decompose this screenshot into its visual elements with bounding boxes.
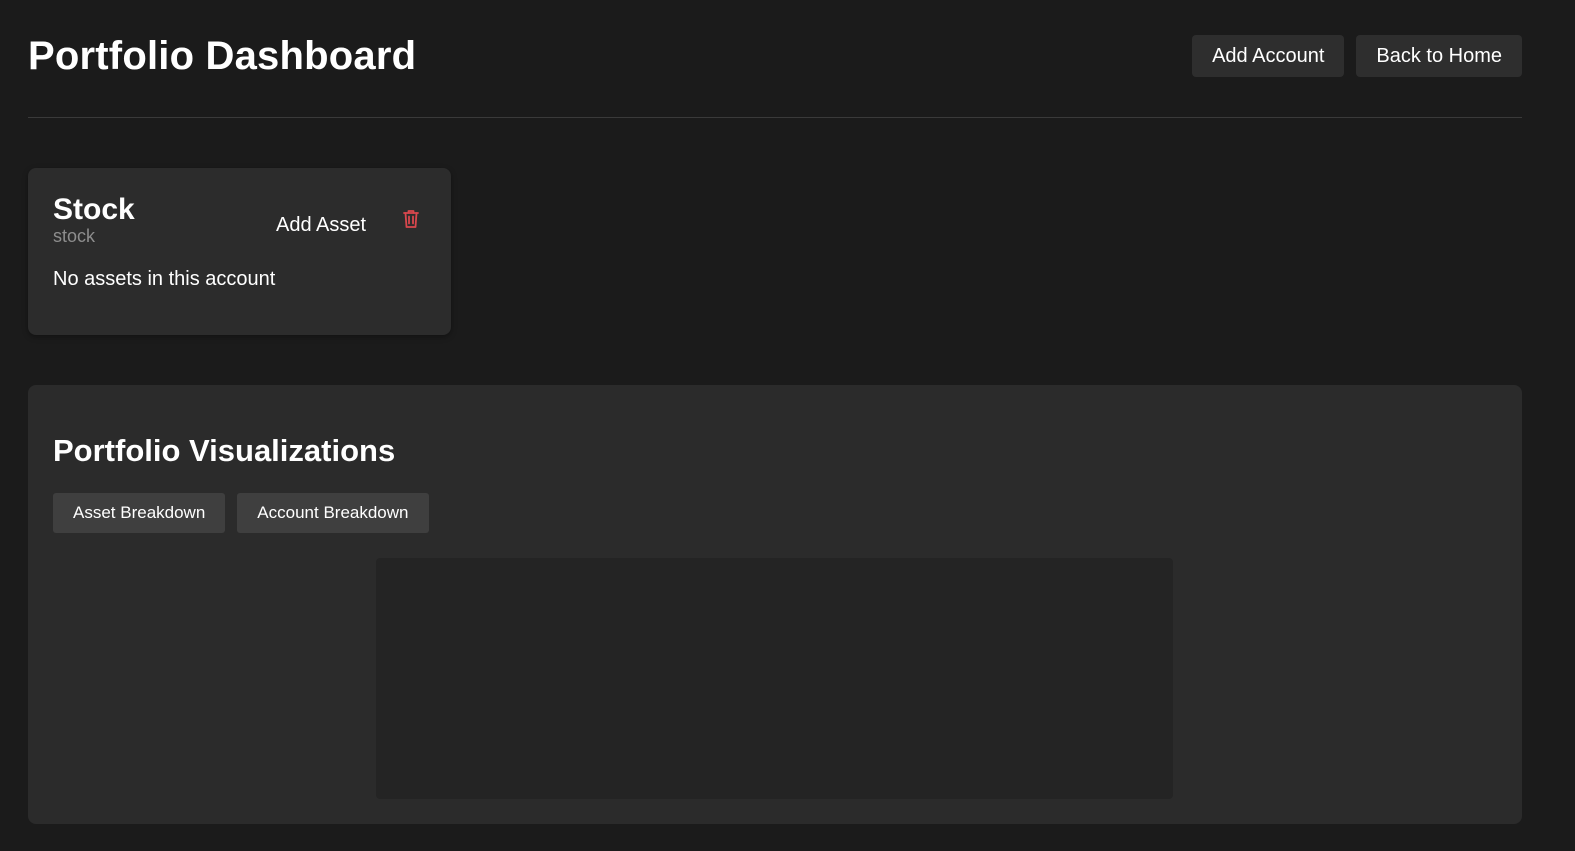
visualizations-panel: Portfolio Visualizations Asset Breakdown… xyxy=(28,385,1522,824)
account-name: Stock xyxy=(53,193,135,226)
header-actions: Add Account Back to Home xyxy=(1192,35,1522,77)
page-header: Portfolio Dashboard Add Account Back to … xyxy=(28,0,1522,118)
trash-icon xyxy=(403,210,419,228)
delete-account-button[interactable] xyxy=(398,206,424,232)
tab-asset-breakdown[interactable]: Asset Breakdown xyxy=(53,493,226,533)
add-account-button[interactable]: Add Account xyxy=(1192,35,1345,77)
visualizations-title: Portfolio Visualizations xyxy=(53,433,396,468)
account-card-stock: Stock stock Add Asset No assets in this … xyxy=(28,168,451,335)
visualization-tabs: Asset Breakdown Account Breakdown xyxy=(53,493,429,533)
account-type: stock xyxy=(53,226,96,246)
empty-assets-message: No assets in this account xyxy=(53,268,276,290)
back-to-home-button[interactable]: Back to Home xyxy=(1356,35,1522,77)
page-title: Portfolio Dashboard xyxy=(28,34,417,78)
tab-account-breakdown[interactable]: Account Breakdown xyxy=(237,493,429,533)
add-asset-button[interactable]: Add Asset xyxy=(266,210,376,240)
portfolio-dashboard-page: Portfolio Dashboard Add Account Back to … xyxy=(0,0,1575,851)
chart-area xyxy=(376,558,1173,799)
